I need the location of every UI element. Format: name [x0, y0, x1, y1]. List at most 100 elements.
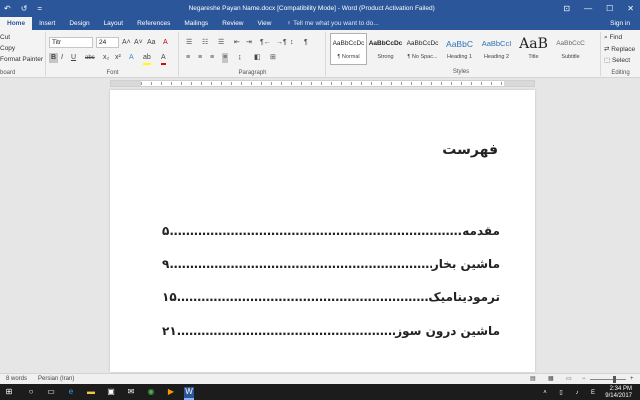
zoom-slider-thumb[interactable]	[613, 376, 616, 383]
tab-home[interactable]: Home	[0, 17, 33, 30]
store-icon[interactable]: ▣	[106, 387, 116, 397]
format-painter-button[interactable]: Format Painter	[0, 56, 43, 63]
ribbon-options-icon[interactable]: ⊡	[563, 4, 570, 13]
borders-icon[interactable]: ⊞	[270, 53, 276, 63]
shrink-font-icon[interactable]: A˅	[134, 38, 143, 48]
sign-in-link[interactable]: Sign in	[610, 17, 640, 30]
strikethrough-icon[interactable]: abc	[85, 53, 95, 63]
toc-page-number: ۲۱	[162, 324, 177, 338]
style-heading-2[interactable]: AaBbCcI Heading 2	[478, 33, 515, 65]
style-heading-1[interactable]: AaBbC Heading 1	[441, 33, 478, 65]
mail-icon[interactable]: ✉	[126, 387, 136, 397]
underline-icon[interactable]: U	[71, 53, 76, 63]
ltr-direction-icon[interactable]: ¶←	[260, 38, 271, 48]
zoom-slider[interactable]	[590, 379, 626, 380]
decrease-indent-icon[interactable]: ⇤	[234, 38, 240, 48]
word-icon[interactable]: W	[184, 387, 194, 400]
italic-icon[interactable]: I	[61, 53, 63, 63]
horizontal-ruler[interactable]	[110, 80, 535, 87]
sort-icon[interactable]: ↕	[290, 38, 294, 48]
tab-design[interactable]: Design	[62, 17, 96, 30]
tell-me-box[interactable]: ♀ Tell me what you want to do...	[278, 17, 378, 30]
search-icon[interactable]: ○	[26, 387, 36, 397]
tab-view[interactable]: View	[251, 17, 279, 30]
web-layout-icon[interactable]: ▭	[566, 374, 572, 384]
font-size-box[interactable]: 24	[96, 37, 119, 48]
toc-leader: ........................................…	[176, 324, 396, 338]
read-mode-icon[interactable]: ▤	[530, 374, 536, 384]
undo-icon[interactable]: ↶	[4, 4, 11, 13]
multilevel-list-icon[interactable]: ☰	[218, 38, 224, 48]
word-count[interactable]: 8 words	[6, 374, 27, 384]
style-normal[interactable]: AaBbCcDc ¶ Normal	[330, 33, 367, 65]
replace-button[interactable]: ⇄ Replace	[604, 45, 635, 53]
minimize-button[interactable]: —	[584, 4, 592, 13]
align-left-icon[interactable]: ≡	[186, 53, 190, 63]
task-view-icon[interactable]: ▭	[46, 387, 56, 397]
tab-references[interactable]: References	[130, 17, 177, 30]
notifications-chevron-icon[interactable]: ˄	[540, 388, 550, 398]
print-layout-icon[interactable]: ▦	[548, 374, 554, 384]
superscript-icon[interactable]: x²	[115, 53, 121, 63]
edge-icon[interactable]: e	[66, 387, 76, 397]
bullets-icon[interactable]: ☰	[186, 38, 192, 48]
start-icon[interactable]: ⊞	[4, 387, 14, 397]
toc-leader: ........................................…	[169, 257, 431, 271]
styles-group-label: Styles	[452, 69, 470, 75]
text-effects-icon[interactable]: A	[129, 53, 134, 63]
zoom-in-icon[interactable]: +	[630, 374, 634, 384]
justify-icon[interactable]: ≡	[222, 53, 229, 63]
show-marks-icon[interactable]: ¶	[304, 38, 308, 48]
font-color-icon[interactable]: A	[161, 53, 166, 65]
toc-entry[interactable]: ماشین درون سوز .........................…	[162, 324, 500, 338]
rtl-direction-icon[interactable]: →¶	[276, 38, 287, 48]
language-bar-icon[interactable]: E	[588, 388, 598, 398]
close-button[interactable]: ✕	[627, 4, 634, 13]
align-right-icon[interactable]: ≡	[210, 53, 214, 63]
redo-icon[interactable]: ↺	[21, 4, 28, 13]
highlight-icon[interactable]: ab	[143, 53, 151, 65]
shading-icon[interactable]: ◧	[254, 53, 261, 63]
style-title[interactable]: AaB Title	[515, 33, 552, 65]
clear-formatting-icon[interactable]: A	[163, 38, 168, 48]
change-case-icon[interactable]: Aa	[147, 38, 156, 48]
tab-review[interactable]: Review	[215, 17, 250, 30]
toc-entry[interactable]: ترمودینامیک ............................…	[162, 290, 500, 304]
style-preview: AaBbCcDc	[406, 40, 439, 47]
tab-insert[interactable]: Insert	[32, 17, 62, 30]
document-page[interactable]: فهرست مقدمه ............................…	[110, 90, 535, 372]
customize-qat-icon[interactable]: =	[37, 4, 42, 13]
line-spacing-icon[interactable]: ↨	[238, 53, 242, 63]
media-icon[interactable]: ▶	[166, 387, 176, 397]
volume-icon[interactable]: ♪	[572, 388, 582, 398]
tab-layout[interactable]: Layout	[97, 17, 131, 30]
zoom-out-icon[interactable]: −	[582, 374, 586, 384]
copy-button[interactable]: Copy	[0, 45, 15, 52]
numbering-icon[interactable]: ☷	[202, 38, 208, 48]
subscript-icon[interactable]: x₂	[103, 53, 109, 63]
style-no-spacing[interactable]: AaBbCcDc ¶ No Spac...	[404, 33, 441, 65]
style-subtitle[interactable]: AaBbCcC Subtitle	[552, 33, 589, 65]
toc-leader: ........................................…	[169, 224, 462, 238]
toc-entry[interactable]: ماشین بخار .............................…	[162, 257, 500, 271]
find-button[interactable]: ⌕ Find	[604, 34, 622, 42]
toc-entry[interactable]: مقدمه ..................................…	[162, 224, 500, 238]
language-indicator[interactable]: Persian (Iran)	[38, 374, 74, 384]
select-button[interactable]: ⬚ Select	[604, 56, 630, 64]
grow-font-icon[interactable]: A˄	[122, 38, 131, 48]
align-center-icon[interactable]: ≡	[198, 53, 202, 63]
tab-mailings[interactable]: Mailings	[177, 17, 215, 30]
network-icon[interactable]: ▯	[556, 388, 566, 398]
file-explorer-icon[interactable]: ▬	[86, 387, 96, 397]
bold-icon[interactable]: B	[49, 53, 59, 63]
font-name-box[interactable]: Titr	[49, 37, 93, 48]
chrome-icon[interactable]: ◉	[146, 387, 156, 397]
system-clock[interactable]: 2:34 PM 9/14/2017	[605, 386, 632, 399]
maximize-button[interactable]: ☐	[606, 4, 613, 13]
style-name: ¶ Normal	[337, 54, 360, 60]
cut-button[interactable]: Cut	[0, 34, 10, 41]
toc-entry-text: ماشین درون سوز	[395, 324, 500, 338]
quick-access-toolbar: ↶ ↺ =	[0, 4, 60, 13]
style-strong[interactable]: AaBbCcDc Strong	[367, 33, 404, 65]
increase-indent-icon[interactable]: ⇥	[246, 38, 252, 48]
